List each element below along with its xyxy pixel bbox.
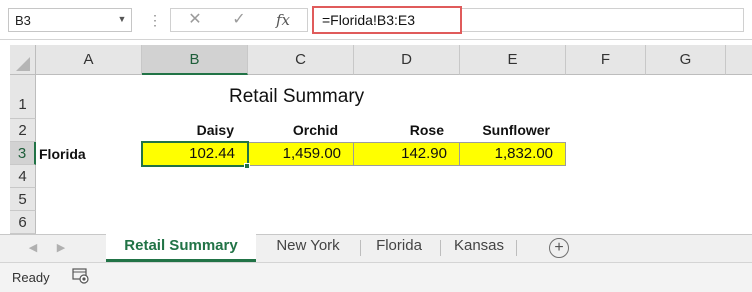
column-header-c[interactable]: C	[248, 45, 354, 75]
row-header-4[interactable]: 4	[10, 165, 36, 188]
tab-separator	[516, 240, 517, 256]
row-label-florida[interactable]: Florida	[39, 146, 86, 162]
cancel-icon[interactable]: ✕	[175, 9, 215, 31]
formula-input-extension[interactable]	[462, 8, 744, 32]
select-all-icon	[16, 57, 30, 71]
row-header-6[interactable]: 6	[10, 211, 36, 234]
row-header-3[interactable]: 3	[10, 142, 36, 165]
enter-icon[interactable]: ✓	[219, 9, 259, 31]
column-header-overflow	[726, 45, 752, 75]
column-header-e[interactable]: E	[460, 45, 566, 75]
column-header-g[interactable]: G	[646, 45, 726, 75]
tab-scroll-right-icon[interactable]: ▶	[54, 241, 68, 255]
sheet-title[interactable]: Retail Summary	[229, 86, 364, 108]
column-header-b[interactable]: B	[142, 45, 248, 75]
tab-kansas[interactable]: Kansas	[444, 234, 514, 260]
add-sheet-icon[interactable]: +	[549, 238, 569, 258]
active-cell-border	[141, 141, 249, 167]
status-text: Ready	[12, 270, 50, 285]
status-bar	[0, 262, 752, 292]
fill-handle[interactable]	[244, 163, 250, 169]
header-sunflower[interactable]: Sunflower	[460, 122, 550, 138]
chevron-down-icon[interactable]: ▼	[116, 11, 128, 27]
tab-separator	[440, 240, 441, 256]
row-header-1[interactable]: 1	[10, 75, 36, 119]
cell-e3[interactable]: 1,832.00	[460, 142, 566, 166]
header-rose[interactable]: Rose	[354, 122, 444, 138]
grid-left-margin	[0, 45, 10, 234]
tab-retail-summary[interactable]: Retail Summary	[106, 234, 256, 262]
column-header-d[interactable]: D	[354, 45, 460, 75]
tab-separator	[360, 240, 361, 256]
formula-buttons: ✕ ✓ fx	[170, 8, 308, 32]
header-daisy[interactable]: Daisy	[142, 122, 234, 138]
formula-input[interactable]: =Florida!B3:E3	[312, 6, 462, 34]
tab-florida[interactable]: Florida	[362, 234, 436, 260]
row-header-2[interactable]: 2	[10, 119, 36, 142]
header-orchid[interactable]: Orchid	[248, 122, 338, 138]
column-header-a[interactable]: A	[36, 45, 142, 75]
tab-scroll-left-icon[interactable]: ◀	[26, 241, 40, 255]
cell-c3[interactable]: 1,459.00	[248, 142, 354, 166]
tab-new-york[interactable]: New York	[260, 234, 356, 260]
insert-function-icon[interactable]: fx	[263, 9, 303, 31]
column-header-f[interactable]: F	[566, 45, 646, 75]
row-header-5[interactable]: 5	[10, 188, 36, 211]
drag-handle-icon[interactable]: ⋮	[148, 8, 162, 32]
name-box[interactable]: B3	[8, 8, 132, 32]
cell-d3[interactable]: 142.90	[354, 142, 460, 166]
macro-recording-icon[interactable]	[72, 268, 90, 284]
